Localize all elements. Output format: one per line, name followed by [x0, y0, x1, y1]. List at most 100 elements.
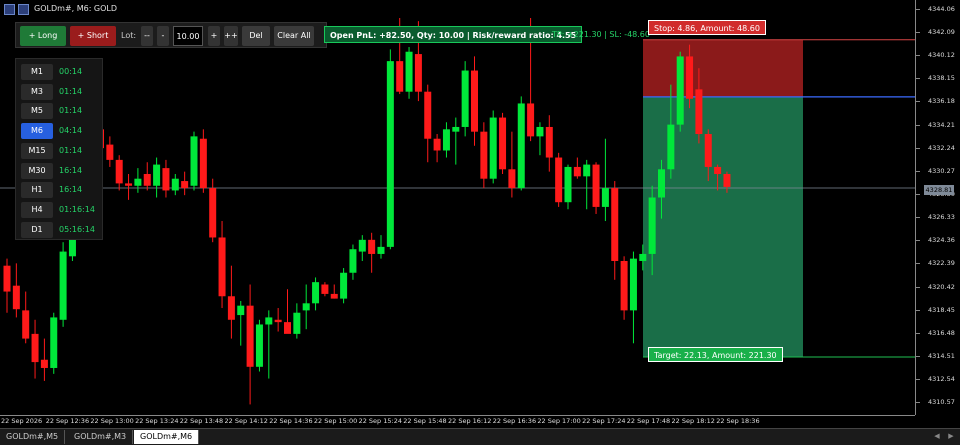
candle-body: [340, 272, 348, 299]
candle-body: [667, 124, 675, 170]
time-axis-label: 22 Sep 14:36: [269, 417, 313, 425]
candle-body: [218, 237, 226, 297]
lot-decrease-big-button[interactable]: --: [141, 26, 153, 46]
timeframe-button-h1[interactable]: H1: [21, 182, 53, 199]
candle-body: [312, 282, 320, 304]
chart-window-icon[interactable]: [4, 4, 15, 15]
chart-tab[interactable]: GOLDm#,M6: [134, 430, 200, 444]
target-zone: [643, 96, 803, 358]
time-axis-label: 22 Sep 15:00: [313, 417, 358, 425]
timeframe-button-m15[interactable]: M15: [21, 142, 53, 159]
price-axis-label: 4334.21: [916, 120, 955, 129]
timeframe-countdown: 05:16:14: [59, 224, 95, 234]
long-button[interactable]: + Long: [20, 26, 66, 46]
candle-body: [601, 188, 609, 207]
delete-button[interactable]: Del: [242, 26, 270, 46]
candle-body: [555, 157, 563, 203]
candle-body: [517, 103, 525, 189]
candle-body: [358, 239, 366, 252]
price-axis-label: 4324.36: [916, 236, 955, 245]
time-axis-label: 22 Sep 17:24: [582, 417, 626, 425]
candle-body: [59, 251, 67, 320]
price-axis-label: 4336.18: [916, 97, 955, 106]
price-axis-label: 4322.39: [916, 259, 955, 268]
candle-body: [658, 169, 665, 198]
time-axis-label: 22 Sep 15:48: [403, 417, 447, 425]
candle-body: [704, 134, 712, 167]
price-axis[interactable]: 4344.06 4342.09 4340.12 4338.15 4336.18 4334.…: [915, 0, 960, 415]
candle-body: [274, 319, 282, 323]
time-axis[interactable]: 22 Sep 2026 22 Sep 12:36 22 Sep 13:00 22 Se…: [0, 415, 915, 428]
stop-label[interactable]: Stop: 4.86, Amount: 48.60: [648, 20, 766, 35]
timeframe-button-m1[interactable]: M1: [21, 64, 53, 80]
chart-tabs: ◀ ▶ GOLDm#,M5 GOLDm#,M3 GOLDm#,M6: [0, 428, 960, 445]
timeframe-button-h4[interactable]: H4: [21, 201, 53, 218]
candle-body: [471, 70, 478, 132]
price-axis-label: 4326.33: [916, 213, 955, 222]
timeframe-button-d1[interactable]: D1: [21, 221, 53, 238]
price-axis-label: 4316.48: [916, 328, 955, 337]
time-axis-label: 22 Sep 13:24: [135, 417, 179, 425]
candle-body: [564, 166, 572, 203]
price-axis-label: 4330.27: [916, 166, 955, 175]
candle-body: [368, 239, 376, 254]
price-axis-label: 4332.24: [916, 143, 955, 152]
time-axis-label: 22 Sep 16:12: [448, 417, 492, 425]
lot-decrease-button[interactable]: -: [157, 26, 169, 46]
time-axis-label: 22 Sep 18:36: [716, 417, 760, 425]
candle-body: [227, 296, 235, 320]
candle-body: [246, 305, 254, 367]
timeframe-countdown: 16:14: [59, 185, 83, 195]
candle-body: [162, 168, 170, 191]
candle-body: [386, 61, 394, 247]
candle-body: [480, 131, 488, 179]
target-label[interactable]: Target: 22.13, Amount: 221.30: [648, 347, 783, 362]
timeframe-button-m5[interactable]: M5: [21, 103, 53, 120]
candle-body: [592, 164, 600, 207]
candle-body: [3, 265, 11, 292]
tab-scroll-right-icon[interactable]: ▶: [946, 432, 956, 441]
current-price-label: 4328.81: [924, 185, 954, 195]
price-axis-label: 4320.42: [916, 282, 955, 291]
time-axis-label: 22 Sep 17:48: [626, 417, 671, 425]
timeframe-countdown: 00:14: [59, 67, 83, 76]
candle-body: [676, 56, 684, 125]
candle-body: [321, 284, 329, 294]
timeframe-row-d1: D1 05:16:14: [19, 221, 103, 238]
lot-increase-big-button[interactable]: ++: [224, 26, 238, 46]
timeframe-row-m5: M5 01:14: [19, 103, 103, 120]
timeframe-button-m6[interactable]: M6: [21, 123, 53, 140]
candle-body: [639, 253, 647, 261]
chart-tab[interactable]: GOLDm#,M5: [0, 430, 66, 444]
timeframe-button-m30[interactable]: M30: [21, 162, 53, 179]
candle-body: [125, 183, 133, 186]
candle-body: [461, 70, 469, 127]
timeframe-button-m3[interactable]: M3: [21, 83, 53, 100]
candle-body: [414, 54, 422, 92]
candle-body: [489, 117, 497, 179]
tab-scroll-left-icon[interactable]: ◀: [932, 432, 942, 441]
candle-body: [536, 126, 544, 137]
candle-body: [302, 303, 310, 311]
chart-properties-icon[interactable]: [18, 4, 29, 15]
time-axis-label: 22 Sep 14:12: [224, 417, 268, 425]
time-axis-label: 22 Sep 13:00: [90, 417, 134, 425]
short-button[interactable]: + Short: [70, 26, 116, 46]
candle-body: [181, 181, 189, 189]
time-axis-label: 22 Sep 2026: [1, 417, 43, 425]
chart-tab[interactable]: GOLDm#,M3: [68, 430, 134, 444]
candle-body: [499, 117, 507, 170]
price-axis-label: 4340.12: [916, 51, 955, 60]
candle-body: [293, 312, 301, 334]
clear-all-button[interactable]: Clear All: [274, 26, 314, 46]
candle-body: [330, 293, 338, 299]
lot-increase-button[interactable]: +: [208, 26, 220, 46]
candle-body: [349, 249, 357, 273]
candle-body: [452, 126, 460, 132]
candle-body: [153, 164, 161, 186]
candle-body: [284, 322, 291, 334]
lot-input[interactable]: [173, 26, 203, 46]
candle-body: [545, 126, 553, 158]
candle-body: [686, 56, 694, 99]
timeframe-countdown: 04:14: [59, 126, 83, 136]
